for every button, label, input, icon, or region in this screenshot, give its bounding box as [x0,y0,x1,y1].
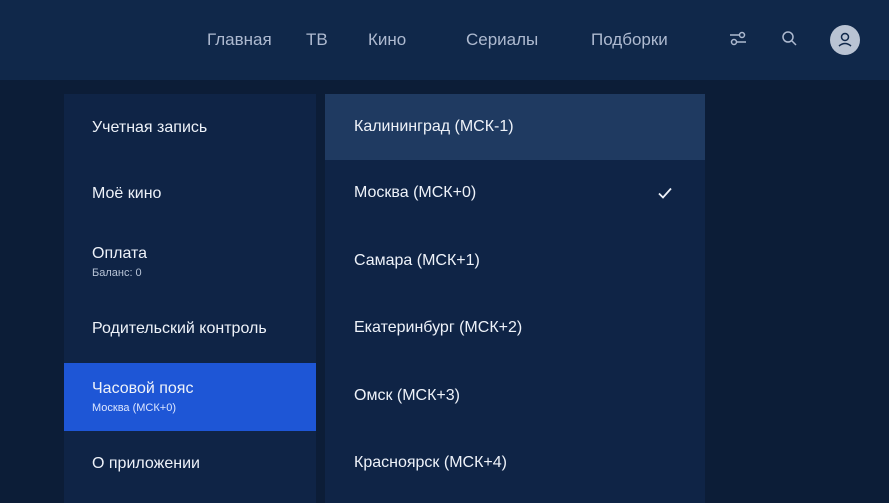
settings-item-label: Часовой пояс [92,380,194,397]
nav-series[interactable]: Сериалы [466,30,538,50]
search-icon[interactable] [778,27,800,49]
settings-item-timezone[interactable]: Часовой пояс Москва (МСК+0) [64,363,316,431]
timezone-option-kaliningrad[interactable]: Калининград (МСК-1) [325,94,705,160]
checkmark-icon [658,187,672,199]
balance-text: Баланс: 0 [92,267,142,279]
user-icon [838,32,852,47]
timezone-option-label: Екатеринбург (МСК+2) [354,319,523,336]
settings-item-account[interactable]: Учетная запись [64,94,316,162]
timezone-option-omsk[interactable]: Омск (МСК+3) [325,363,705,429]
nav-collections[interactable]: Подборки [591,30,668,50]
nav-movies[interactable]: Кино [368,30,406,50]
timezone-option-label: Самара (МСК+1) [354,252,480,269]
user-avatar[interactable] [830,25,860,55]
timezone-option-label: Красноярск (МСК+4) [354,454,507,471]
settings-item-label: Учетная запись [92,119,208,136]
filter-icon[interactable] [727,27,749,49]
timezone-option-samara[interactable]: Самара (МСК+1) [325,228,705,294]
timezone-option-yekaterinburg[interactable]: Екатеринбург (МСК+2) [325,295,705,361]
timezone-option-krasnoyarsk[interactable]: Красноярск (МСК+4) [325,430,705,496]
settings-item-label: Оплата [92,245,148,262]
settings-item-label: Родительский контроль [92,320,267,337]
nav-tv[interactable]: ТВ [306,30,328,50]
settings-item-my-movies[interactable]: Моё кино [64,160,316,228]
settings-item-about[interactable]: О приложении [64,430,316,498]
settings-item-label: Моё кино [92,185,162,202]
nav-home[interactable]: Главная [207,30,272,50]
settings-item-payment[interactable]: Оплата Баланс: 0 [64,228,316,296]
timezone-option-label: Калининград (МСК-1) [354,118,514,135]
current-timezone-text: Москва (МСК+0) [92,402,176,414]
settings-item-label: О приложении [92,455,200,472]
settings-item-parental-control[interactable]: Родительский контроль [64,295,316,363]
timezone-option-label: Москва (МСК+0) [354,184,477,201]
timezone-option-label: Омск (МСК+3) [354,387,460,404]
timezone-option-moscow[interactable]: Москва (МСК+0) [325,160,705,226]
top-navigation-bar: Главная ТВ Кино Сериалы Подборки [0,0,889,80]
